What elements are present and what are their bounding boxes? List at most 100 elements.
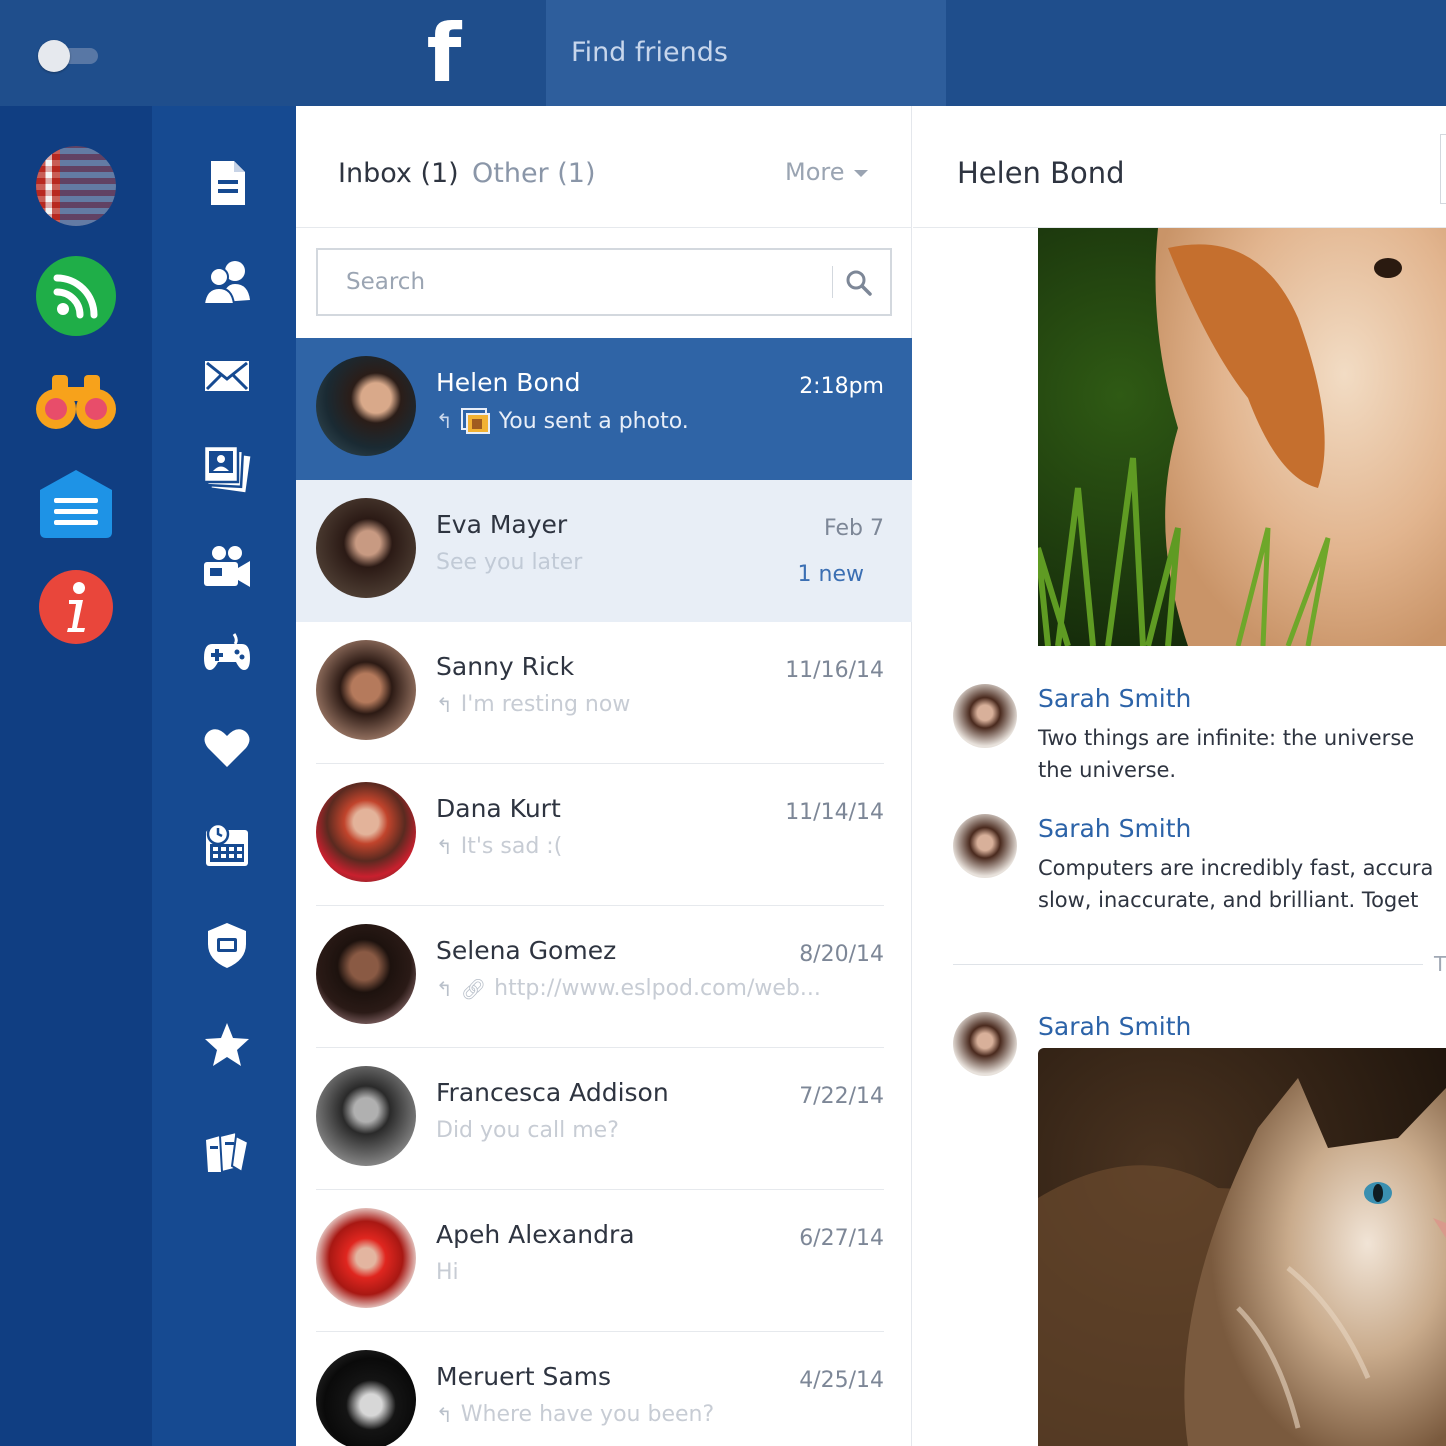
conversation-item[interactable]: Meruert Sams 4/25/14 ↰ Where have you be… <box>296 1332 912 1446</box>
message-preview: ↰ You sent a photo. <box>436 408 689 434</box>
search-input[interactable] <box>318 250 828 314</box>
preview-text: Where have you been? <box>460 1402 715 1427</box>
conversation-item[interactable]: Sanny Rick 11/16/14 ↰ I'm resting now <box>296 622 912 764</box>
sender-name-link[interactable]: Sarah Smith <box>1038 684 1191 713</box>
find-friends-label: Find friends <box>571 37 728 68</box>
avatar <box>316 782 416 882</box>
more-dropdown[interactable]: More <box>785 158 845 186</box>
message-time: 11/14/14 <box>785 800 884 825</box>
message-preview: ↰ Where have you been? <box>436 1402 714 1427</box>
video-icon[interactable] <box>202 542 252 592</box>
avatar <box>316 1208 416 1308</box>
message-text: Computers are incredibly fast, accura sl… <box>1038 856 1434 912</box>
document-icon[interactable] <box>202 158 252 208</box>
reply-icon: ↰ <box>436 1402 453 1427</box>
search-box <box>316 248 892 316</box>
conversation-list-pane: Inbox (1) Other (1) More Helen Bond 2:18… <box>296 106 912 1446</box>
star-icon[interactable] <box>202 1020 252 1070</box>
avatar <box>316 924 416 1024</box>
message-preview: ↰ It's sad :( <box>436 834 562 859</box>
top-bar: f Find friends <box>0 0 1446 106</box>
avatar <box>953 814 1017 878</box>
heart-icon[interactable] <box>202 723 252 773</box>
contact-name: Apeh Alexandra <box>436 1220 635 1249</box>
tab-inbox[interactable]: Inbox (1) <box>338 158 459 189</box>
chevron-down-icon <box>854 170 868 177</box>
tab-other[interactable]: Other (1) <box>472 158 596 189</box>
conversation-item[interactable]: Francesca Addison 7/22/14 Did you call m… <box>296 1048 912 1190</box>
contact-name: Sanny Rick <box>436 652 575 681</box>
sidebar-toggle-switch[interactable] <box>38 40 98 72</box>
reply-icon: ↰ <box>436 409 453 433</box>
preview-text: Did you call me? <box>436 1118 619 1143</box>
binoculars-app-icon[interactable] <box>36 361 116 441</box>
chat-title[interactable]: Helen Bond <box>957 156 1125 190</box>
message-time: 11/16/14 <box>785 658 884 683</box>
contact-name: Meruert Sams <box>436 1362 612 1391</box>
find-friends-button[interactable]: Find friends <box>546 0 946 106</box>
message-time: 4/25/14 <box>799 1368 884 1393</box>
message-time: 7/22/14 <box>799 1084 884 1109</box>
toggle-knob <box>38 40 70 72</box>
list-app-icon[interactable] <box>36 466 116 546</box>
message-preview: ↰ I'm resting now <box>436 692 630 717</box>
contact-name: Eva Mayer <box>436 510 568 539</box>
preview-text: See you later <box>436 550 583 575</box>
day-separator-label: T <box>1434 952 1446 976</box>
header-action-edge[interactable] <box>1440 134 1446 204</box>
message-time: Feb 7 <box>824 516 884 541</box>
search-icon[interactable] <box>844 268 874 298</box>
avatar <box>316 640 416 740</box>
sender-name-link[interactable]: Sarah Smith <box>1038 814 1191 843</box>
preview-text: You sent a photo. <box>498 408 689 434</box>
avatar <box>316 498 416 598</box>
contact-name: Selena Gomez <box>436 936 617 965</box>
info-app-icon[interactable] <box>39 570 113 644</box>
message-preview: Hi <box>436 1260 459 1285</box>
avatar <box>316 1066 416 1166</box>
message-time: 8/20/14 <box>799 942 884 967</box>
avatar <box>953 684 1017 748</box>
avatar <box>316 1350 416 1446</box>
preview-text: Hi <box>436 1260 459 1285</box>
day-separator-line <box>953 964 1423 965</box>
conversation-item[interactable]: Selena Gomez 8/20/14 ↰ 🔗︎ http://www.esl… <box>296 906 912 1048</box>
facebook-logo[interactable]: f <box>420 14 468 94</box>
preview-text: It's sad :( <box>460 834 563 859</box>
message-time: 6/27/14 <box>799 1226 884 1251</box>
reply-icon: ↰ <box>436 976 453 1001</box>
shield-icon[interactable] <box>202 920 252 970</box>
mail-icon[interactable] <box>202 351 252 401</box>
conversation-item[interactable]: Helen Bond 2:18pm ↰ You sent a photo. <box>296 338 912 480</box>
message-text: Two things are infinite: the universe th… <box>1038 726 1415 782</box>
sender-name-link[interactable]: Sarah Smith <box>1038 1012 1191 1041</box>
message-preview: See you later <box>436 550 582 575</box>
contact-name: Francesca Addison <box>436 1078 669 1107</box>
reply-icon: ↰ <box>436 692 453 717</box>
friends-icon[interactable] <box>202 258 252 308</box>
app-launcher-column <box>0 106 152 1446</box>
flag-app-icon[interactable] <box>36 146 116 226</box>
photos-icon[interactable] <box>202 444 252 494</box>
chat-pane: Helen Bond Sarah Smith Two things are in… <box>913 106 1446 1446</box>
avatar <box>953 1012 1017 1076</box>
link-icon: 🔗︎ <box>460 976 487 1001</box>
gamepad-icon[interactable] <box>202 628 252 678</box>
conversation-item[interactable]: Dana Kurt 11/14/14 ↰ It's sad :( <box>296 764 912 906</box>
search-divider <box>832 266 833 298</box>
chat-header: Helen Bond <box>913 106 1446 228</box>
contact-name: Dana Kurt <box>436 794 561 823</box>
calendar-icon[interactable] <box>202 820 252 870</box>
dog-photo[interactable] <box>1038 228 1446 646</box>
conversation-item[interactable]: Apeh Alexandra 6/27/14 Hi <box>296 1190 912 1332</box>
rss-app-icon[interactable] <box>36 256 116 336</box>
preview-text: http://www.eslpod.com/web... <box>494 976 821 1001</box>
contact-name: Helen Bond <box>436 368 581 397</box>
books-icon[interactable] <box>202 1126 252 1176</box>
navigation-sidebar <box>152 106 296 1446</box>
preview-text: I'm resting now <box>460 692 631 717</box>
cat-photo[interactable] <box>1038 1048 1446 1446</box>
message-time: 2:18pm <box>799 374 884 399</box>
inbox-tabs: Inbox (1) Other (1) More <box>296 106 912 228</box>
conversation-item[interactable]: Eva Mayer Feb 7 See you later 1 new <box>296 480 912 622</box>
